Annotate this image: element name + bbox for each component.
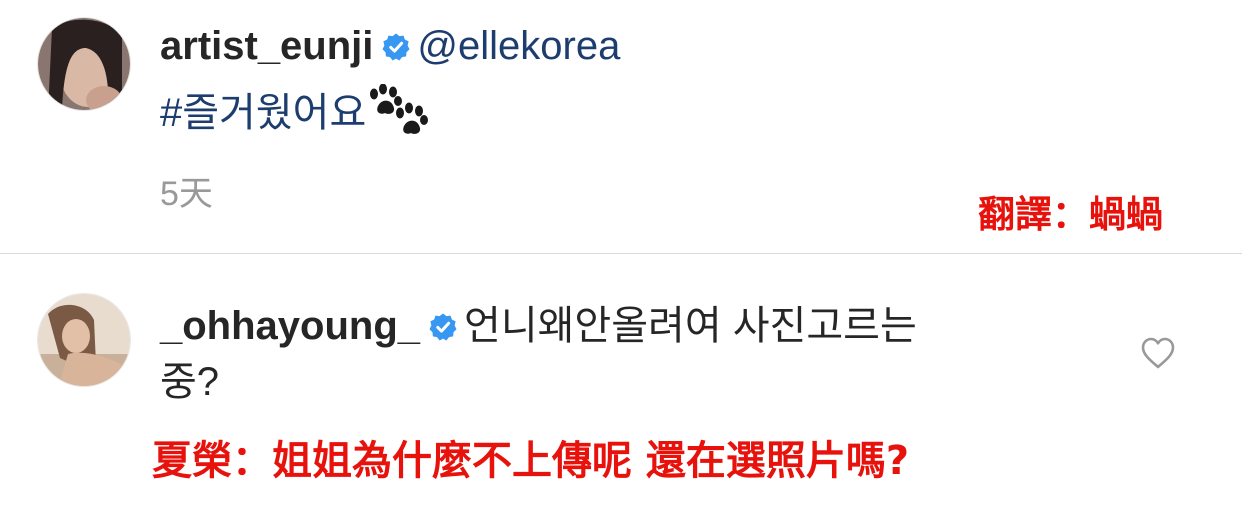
translation-caption: 夏榮：姐姐為什麼不上傳呢 還在選照片嗎? — [152, 438, 910, 484]
comment-divider — [0, 253, 1242, 254]
translation-caption: 翻譯：蝸蝸 — [978, 193, 1163, 236]
avatar-ohhayoung[interactable] — [37, 293, 131, 387]
avatar-photo — [38, 294, 130, 386]
mention-link[interactable]: @ellekorea — [417, 24, 620, 68]
comment-line-2: 중? — [160, 356, 219, 408]
avatar-artist-eunji[interactable] — [37, 17, 131, 111]
username[interactable]: _ohhayoung_ — [160, 304, 420, 348]
verified-badge-icon — [382, 33, 410, 61]
hashtag-link[interactable]: #즐거웠어요 — [160, 91, 366, 135]
username[interactable]: artist_eunji — [160, 24, 373, 68]
comment-text: 언니왜안올려여 사진고르는 — [464, 304, 917, 348]
comment-text-continued: 중? — [160, 360, 220, 404]
heart-outline-icon[interactable] — [1140, 336, 1176, 370]
verified-badge-icon — [429, 313, 457, 341]
avatar-photo — [38, 18, 130, 110]
comment-line-1: artist_eunji @ellekorea — [160, 20, 620, 72]
paw-prints-icon — [370, 84, 429, 134]
comment-line-1: _ohhayoung_ 언니왜안올려여 사진고르는 — [160, 300, 917, 352]
comment-timestamp: 5天 — [160, 175, 213, 213]
comment-line-2: #즐거웠어요 — [160, 84, 430, 140]
